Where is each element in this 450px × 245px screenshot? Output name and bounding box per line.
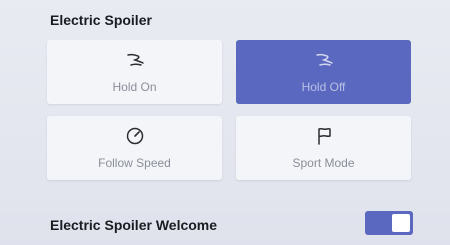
sport-mode-button[interactable]: Sport Mode — [236, 116, 411, 180]
hold-on-label: Hold On — [112, 80, 157, 94]
hold-on-button[interactable]: Hold On — [47, 40, 222, 104]
hold-off-button[interactable]: Hold Off — [236, 40, 411, 104]
spoiler-mode-grid: Hold On Hold Off Follow Speed Sport Mode — [47, 40, 413, 185]
toggle-knob — [392, 214, 410, 232]
electric-spoiler-title: Electric Spoiler — [50, 12, 152, 28]
sport-mode-label: Sport Mode — [292, 156, 355, 170]
follow-speed-label: Follow Speed — [98, 156, 171, 170]
hold-off-label: Hold Off — [301, 80, 346, 94]
electric-spoiler-welcome-label: Electric Spoiler Welcome — [50, 217, 218, 233]
spoiler-hold-off-icon — [315, 53, 333, 66]
electric-spoiler-welcome-toggle[interactable] — [365, 211, 413, 235]
speedometer-icon — [126, 127, 143, 145]
flag-icon — [317, 127, 331, 145]
spoiler-hold-on-icon — [126, 53, 144, 66]
follow-speed-button[interactable]: Follow Speed — [47, 116, 222, 180]
